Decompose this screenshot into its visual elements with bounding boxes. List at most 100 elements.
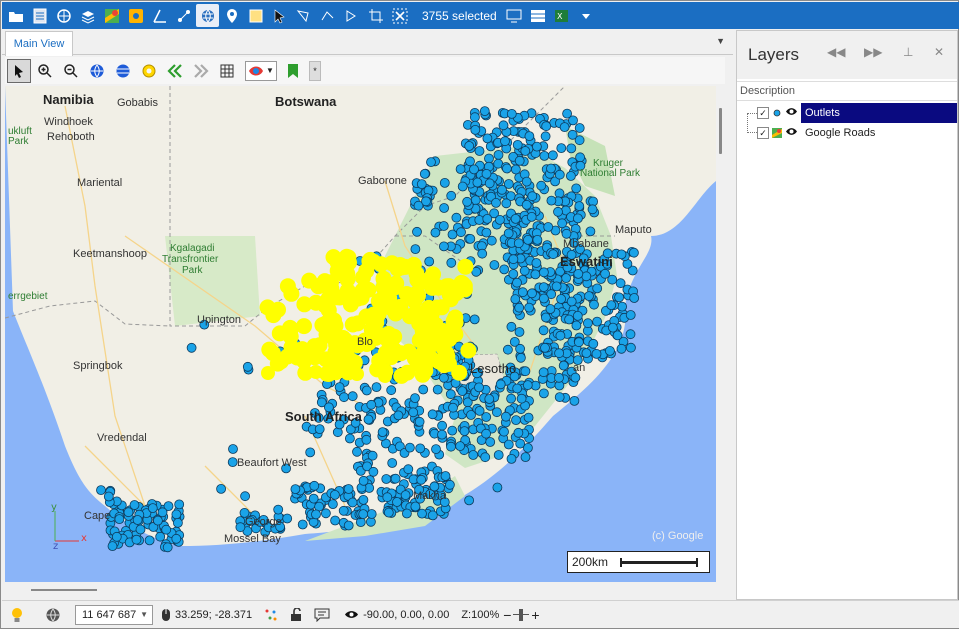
outlet-point[interactable] bbox=[311, 509, 321, 520]
map-vertical-scrollbar[interactable] bbox=[717, 86, 725, 582]
outlet-point[interactable] bbox=[455, 441, 466, 452]
outlet-point[interactable] bbox=[532, 234, 543, 245]
outlet-point[interactable] bbox=[446, 190, 457, 201]
outlet-point[interactable] bbox=[366, 399, 377, 410]
outlet-point[interactable] bbox=[539, 267, 549, 278]
outlet-point[interactable] bbox=[408, 407, 419, 418]
open-folder-icon[interactable] bbox=[4, 4, 27, 27]
arrow-pointer-icon[interactable] bbox=[7, 58, 31, 83]
outlet-point[interactable] bbox=[588, 338, 599, 349]
outlet-point[interactable] bbox=[439, 203, 450, 213]
selected-outlet-point[interactable] bbox=[409, 355, 426, 372]
outlet-point[interactable] bbox=[545, 304, 556, 314]
outlet-point[interactable] bbox=[508, 254, 519, 265]
outlet-point[interactable] bbox=[227, 457, 238, 468]
outlet-point[interactable] bbox=[438, 241, 449, 252]
outlet-point[interactable] bbox=[571, 320, 582, 331]
outlet-point[interactable] bbox=[186, 342, 197, 353]
selected-outlet-point[interactable] bbox=[294, 341, 310, 358]
outlet-point[interactable] bbox=[330, 515, 341, 526]
outlet-point[interactable] bbox=[625, 329, 636, 340]
outlet-point[interactable] bbox=[553, 206, 563, 217]
outlet-point[interactable] bbox=[414, 484, 425, 495]
selected-outlet-point[interactable] bbox=[423, 306, 440, 323]
selected-outlet-point[interactable] bbox=[261, 366, 275, 380]
outlet-point[interactable] bbox=[554, 392, 565, 403]
forward-arrows-icon[interactable] bbox=[189, 59, 213, 83]
outlet-point[interactable] bbox=[410, 244, 421, 255]
outlet-point[interactable] bbox=[509, 371, 520, 382]
outlet-point[interactable] bbox=[174, 499, 185, 510]
outlet-point[interactable] bbox=[474, 382, 484, 393]
layers-stack-icon[interactable] bbox=[76, 4, 99, 27]
outlet-point[interactable] bbox=[519, 265, 530, 276]
outlet-point[interactable] bbox=[548, 249, 559, 260]
layer-row-outlets[interactable]: ✓ Outlets bbox=[747, 103, 957, 123]
outlet-point[interactable] bbox=[96, 485, 106, 496]
outlet-point[interactable] bbox=[393, 410, 404, 421]
outlet-point[interactable] bbox=[554, 169, 565, 180]
outlet-point[interactable] bbox=[129, 500, 140, 510]
outlet-point[interactable] bbox=[381, 474, 392, 484]
outlet-point[interactable] bbox=[361, 434, 372, 445]
outlet-point[interactable] bbox=[404, 442, 415, 453]
vertical-scroll-thumb[interactable] bbox=[719, 108, 722, 154]
outlet-point[interactable] bbox=[464, 495, 475, 506]
outlet-point[interactable] bbox=[570, 372, 581, 383]
outlet-point[interactable] bbox=[228, 444, 238, 454]
selected-outlet-point[interactable] bbox=[376, 274, 393, 290]
pin-toolbar-icon[interactable]: * bbox=[309, 60, 321, 81]
outlet-point[interactable] bbox=[569, 238, 579, 248]
outlet-point[interactable] bbox=[313, 412, 324, 423]
measure-angle-icon[interactable] bbox=[148, 4, 171, 27]
outlet-point[interactable] bbox=[501, 163, 512, 174]
selected-outlet-point[interactable] bbox=[436, 357, 453, 374]
outlet-point[interactable] bbox=[524, 302, 534, 313]
network-icon[interactable] bbox=[172, 4, 195, 27]
outlet-point[interactable] bbox=[358, 475, 369, 486]
selected-outlet-point[interactable] bbox=[365, 306, 382, 323]
outlet-point[interactable] bbox=[523, 412, 534, 423]
outlet-point[interactable] bbox=[462, 196, 473, 207]
selected-outlet-point[interactable] bbox=[386, 328, 403, 345]
outlet-point[interactable] bbox=[427, 409, 438, 420]
outlet-point[interactable] bbox=[521, 176, 532, 187]
outlet-point[interactable] bbox=[358, 494, 369, 505]
outlet-point[interactable] bbox=[482, 133, 493, 144]
outlet-point[interactable] bbox=[445, 389, 456, 400]
outlet-point[interactable] bbox=[132, 515, 143, 525]
outlet-point[interactable] bbox=[559, 122, 570, 132]
outlet-point[interactable] bbox=[566, 296, 577, 307]
node-select-icon[interactable] bbox=[340, 4, 363, 27]
selected-outlet-point[interactable] bbox=[460, 342, 477, 359]
eye-icon[interactable] bbox=[785, 107, 798, 119]
outlet-point[interactable] bbox=[410, 501, 421, 512]
outlet-point[interactable] bbox=[239, 507, 250, 518]
selected-outlet-point[interactable] bbox=[296, 296, 313, 313]
outlet-point[interactable] bbox=[536, 180, 547, 191]
outlet-point[interactable] bbox=[541, 121, 552, 132]
outlet-point[interactable] bbox=[554, 188, 565, 199]
selected-outlet-point[interactable] bbox=[317, 297, 334, 314]
outlet-point[interactable] bbox=[538, 325, 549, 336]
selected-outlet-point[interactable] bbox=[350, 367, 364, 381]
outlet-point[interactable] bbox=[513, 238, 524, 249]
zoom-out-icon[interactable] bbox=[59, 59, 83, 83]
map-scale-combo[interactable]: 11 647 687 ▼ bbox=[75, 604, 153, 625]
outlet-point[interactable] bbox=[323, 402, 334, 413]
outlet-point[interactable] bbox=[616, 343, 627, 354]
outlet-point[interactable] bbox=[526, 211, 537, 222]
outlet-point[interactable] bbox=[273, 504, 284, 515]
outlet-point[interactable] bbox=[512, 383, 523, 394]
outlet-point[interactable] bbox=[309, 480, 320, 491]
toolbar-overflow-icon[interactable] bbox=[575, 4, 598, 27]
outlet-point[interactable] bbox=[415, 493, 426, 504]
select-rect-icon[interactable] bbox=[244, 4, 267, 27]
outlet-point[interactable] bbox=[418, 384, 429, 395]
selected-outlet-point[interactable] bbox=[409, 272, 426, 288]
outlet-point[interactable] bbox=[103, 491, 114, 502]
selected-outlet-point[interactable] bbox=[282, 322, 299, 339]
outlet-point[interactable] bbox=[415, 443, 426, 454]
zoom-in-button[interactable]: + bbox=[531, 607, 539, 623]
outlet-point[interactable] bbox=[561, 228, 572, 239]
